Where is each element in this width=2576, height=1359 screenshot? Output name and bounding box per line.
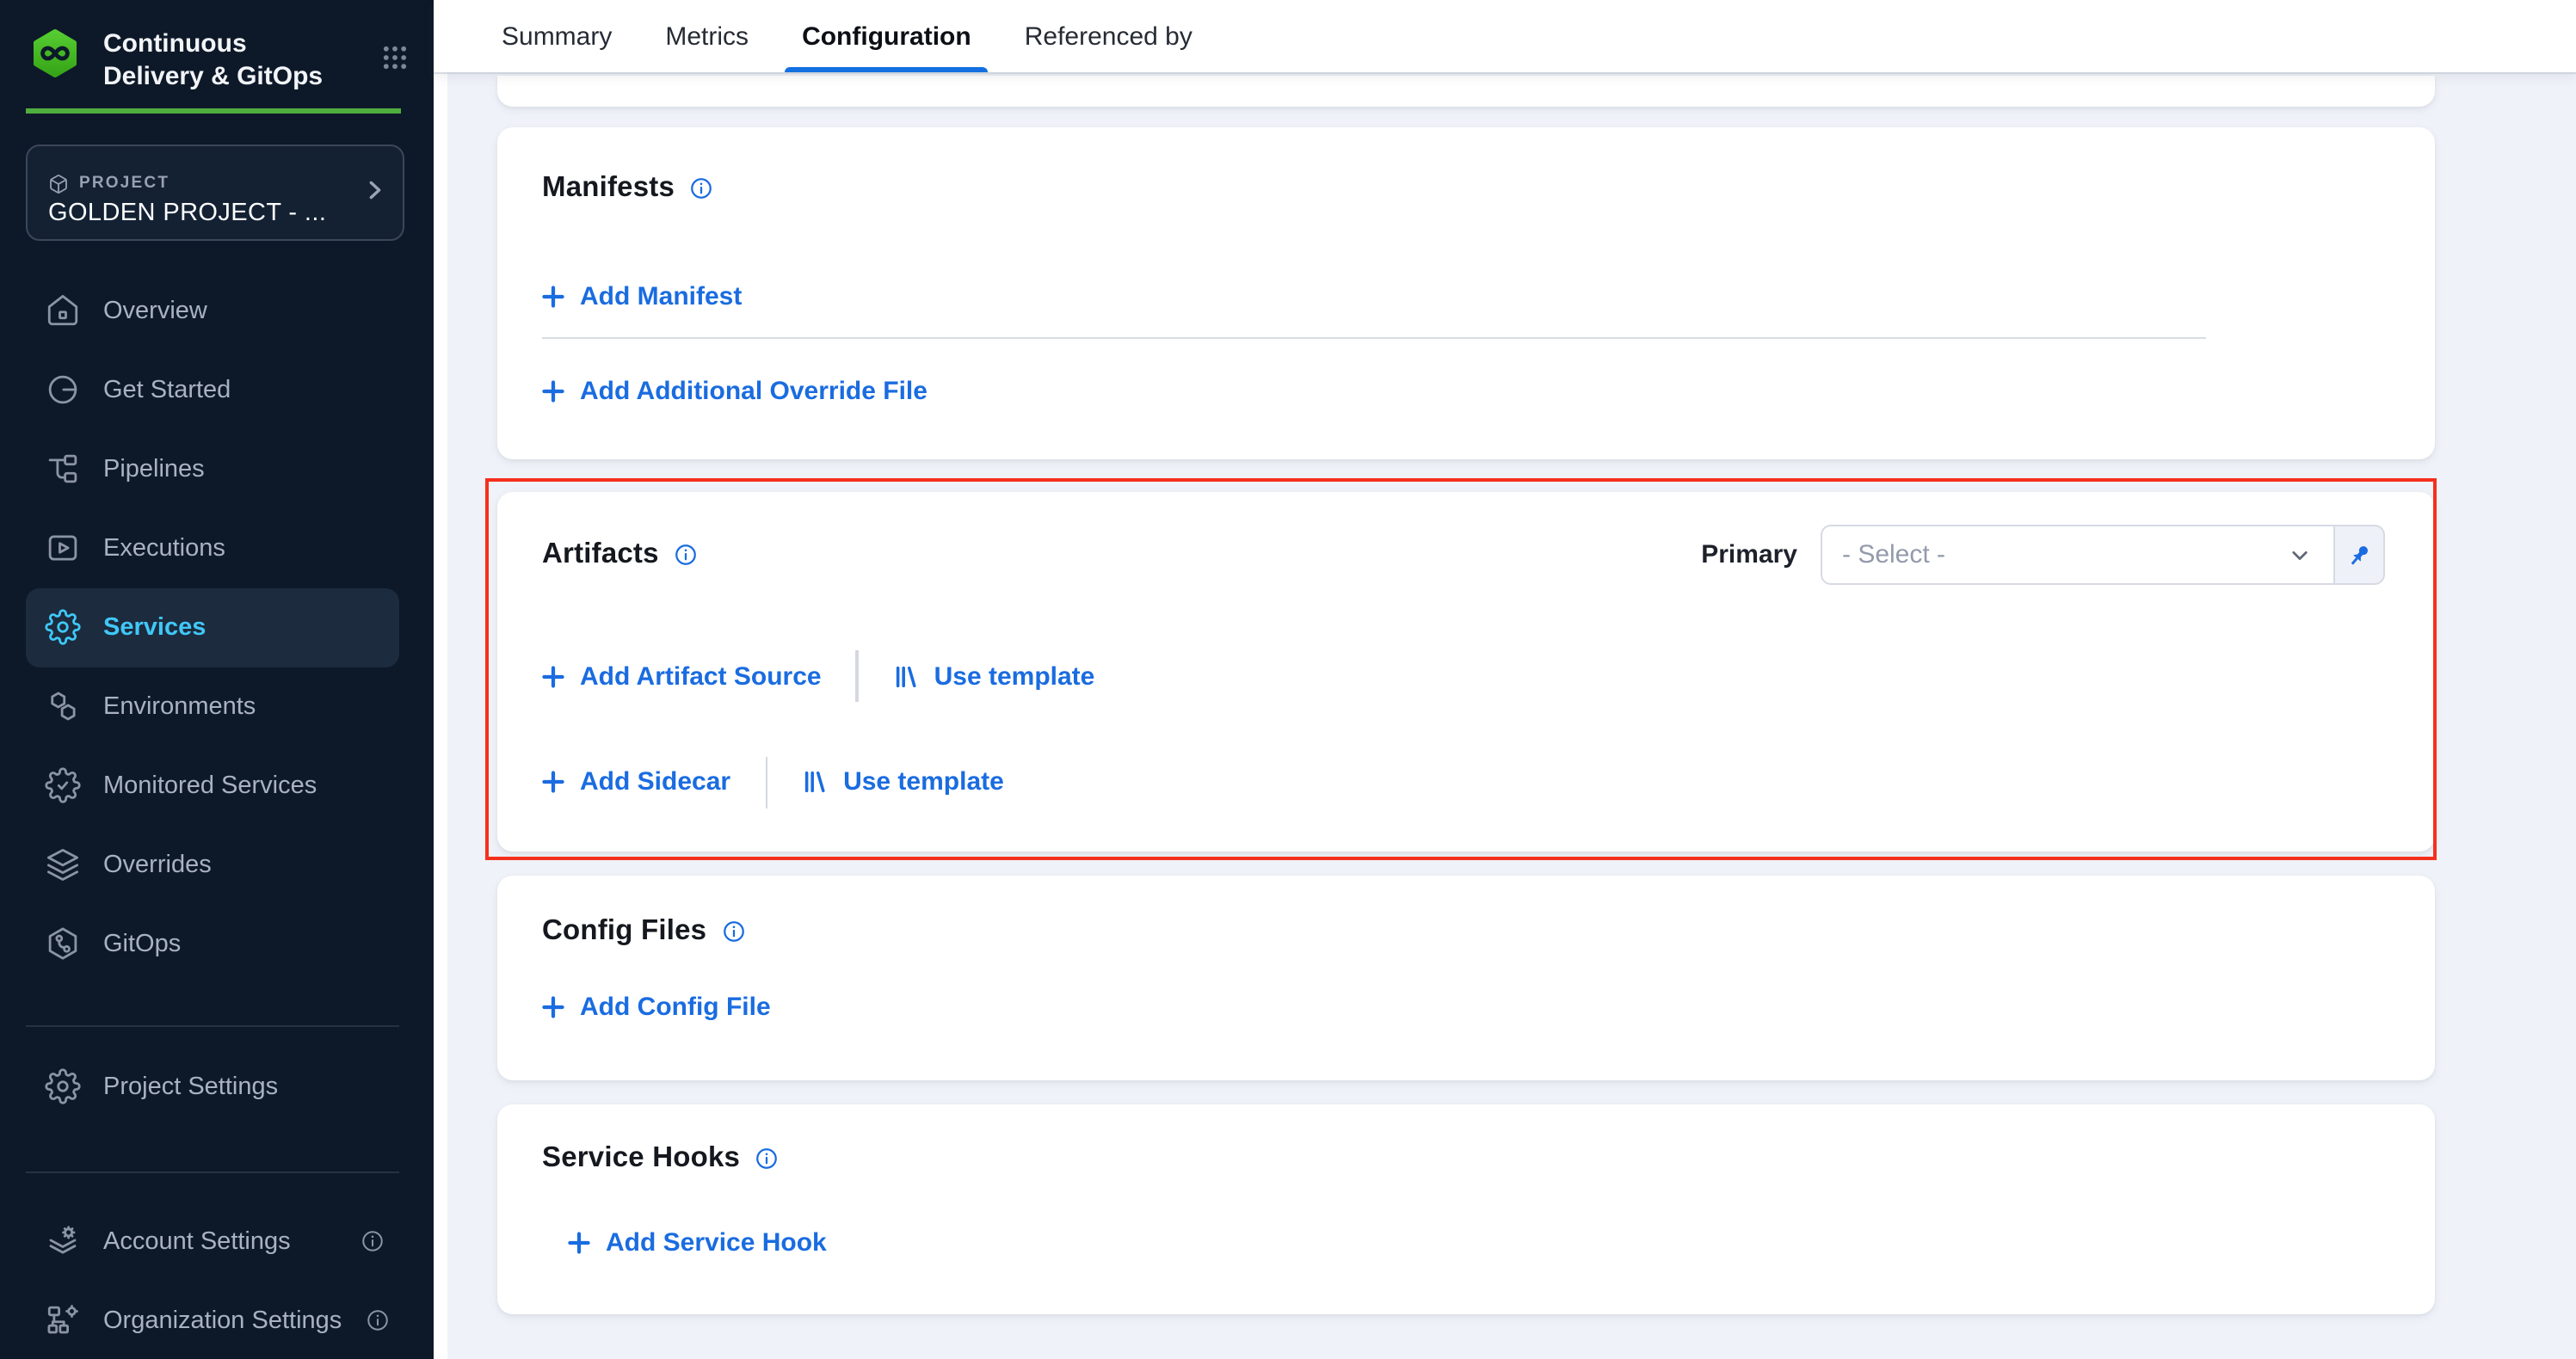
account-settings-icon xyxy=(45,1223,81,1259)
chevron-down-icon xyxy=(2288,544,2310,566)
primary-artifact-select[interactable]: - Select - xyxy=(1820,525,2334,585)
manifest-divider xyxy=(542,336,2206,339)
info-icon[interactable] xyxy=(364,1307,390,1333)
monitored-services-icon xyxy=(45,767,81,803)
plus-icon xyxy=(568,1232,590,1254)
sidebar-item-services[interactable]: Services xyxy=(26,587,399,667)
tab-summary[interactable]: Summary xyxy=(498,0,615,72)
config-files-card: Config Files Add Config File xyxy=(496,876,2435,1080)
plus-icon xyxy=(542,771,564,793)
tab-bar: Summary Metrics Configuration Referenced… xyxy=(434,0,2576,72)
project-name: GOLDEN PROJECT - ... xyxy=(48,199,351,226)
info-icon[interactable] xyxy=(720,918,746,944)
cube-icon xyxy=(48,173,69,194)
info-icon[interactable] xyxy=(360,1228,385,1254)
add-artifact-source-button[interactable]: Add Artifact Source xyxy=(542,661,822,691)
sidebar: Continuous Delivery & GitOps PROJECT GOL… xyxy=(0,0,434,1359)
sidebar-item-organization-settings[interactable]: Organization Settings xyxy=(26,1281,399,1359)
content-panel: Manifests Add Manifest Add Addition xyxy=(447,72,2576,1359)
use-template-artifact-button[interactable]: Use template xyxy=(893,661,1095,691)
module-switcher-button[interactable] xyxy=(380,43,410,72)
brand-header: Continuous Delivery & GitOps xyxy=(0,0,434,93)
content-area: Manifests Add Manifest Add Addition xyxy=(434,72,2576,1359)
pin-button[interactable] xyxy=(2333,525,2384,585)
service-hooks-title: Service Hooks xyxy=(542,1141,740,1174)
sidebar-item-monitored-services[interactable]: Monitored Services xyxy=(26,746,399,825)
module-title: Continuous Delivery & GitOps xyxy=(103,28,330,93)
project-label: PROJECT xyxy=(79,174,169,193)
sidebar-item-gitops[interactable]: GitOps xyxy=(26,904,399,983)
info-icon[interactable] xyxy=(754,1145,780,1171)
sidebar-item-executions[interactable]: Executions xyxy=(26,508,399,587)
sidebar-item-project-settings[interactable]: Project Settings xyxy=(26,1047,399,1126)
project-settings-icon xyxy=(45,1068,81,1104)
executions-icon xyxy=(45,530,81,566)
artifacts-title: Artifacts xyxy=(542,538,659,570)
sidebar-item-overrides[interactable]: Overrides xyxy=(26,825,399,904)
get-started-icon xyxy=(45,372,81,408)
config-files-title: Config Files xyxy=(542,914,706,947)
tab-configuration[interactable]: Configuration xyxy=(798,0,975,72)
service-hooks-card: Service Hooks Add Service Hook xyxy=(496,1104,2435,1313)
chevron-right-icon xyxy=(363,177,387,206)
sidebar-nav-secondary: Project Settings xyxy=(26,1047,399,1126)
previous-card-partial xyxy=(496,76,2435,107)
environments-icon xyxy=(45,688,81,724)
manifests-card: Manifests Add Manifest Add Addition xyxy=(496,127,2435,459)
add-additional-override-file-button[interactable]: Add Additional Override File xyxy=(542,376,927,405)
plus-icon xyxy=(542,995,564,1018)
vertical-divider xyxy=(765,756,767,808)
sidebar-divider xyxy=(26,1171,399,1172)
project-eyebrow: PROJECT xyxy=(48,173,351,194)
sidebar-item-account-settings[interactable]: Account Settings xyxy=(26,1202,399,1281)
add-manifest-button[interactable]: Add Manifest xyxy=(542,282,742,311)
use-template-sidecar-button[interactable]: Use template xyxy=(802,767,1004,796)
sidebar-item-overview[interactable]: Overview xyxy=(26,271,399,350)
app-window: Continuous Delivery & GitOps PROJECT GOL… xyxy=(0,0,2576,1359)
manifests-title: Manifests xyxy=(542,171,675,204)
template-library-icon xyxy=(802,769,828,795)
services-gear-icon xyxy=(45,609,81,645)
home-icon xyxy=(45,292,81,329)
sidebar-divider xyxy=(26,1024,399,1026)
harness-cd-logo-icon xyxy=(29,28,81,79)
sidebar-item-pipelines[interactable]: Pipelines xyxy=(26,429,399,508)
sidebar-item-get-started[interactable]: Get Started xyxy=(26,350,399,429)
add-config-file-button[interactable]: Add Config File xyxy=(542,992,771,1021)
pushpin-icon xyxy=(2345,541,2372,569)
select-placeholder: - Select - xyxy=(1842,540,1945,569)
primary-artifact-control: Primary - Select - xyxy=(1701,525,2384,585)
sidebar-item-environments[interactable]: Environments xyxy=(26,667,399,746)
project-selector[interactable]: PROJECT GOLDEN PROJECT - ... xyxy=(26,144,404,240)
vertical-divider xyxy=(856,650,859,702)
sidebar-nav-tertiary: Account Settings Organization Settings xyxy=(26,1202,399,1359)
artifacts-card: Artifacts Primary - Select - xyxy=(496,492,2435,852)
main-area: Summary Metrics Configuration Referenced… xyxy=(434,0,2576,1359)
brand-underline xyxy=(26,108,401,113)
add-service-hook-button[interactable]: Add Service Hook xyxy=(568,1228,827,1258)
info-icon[interactable] xyxy=(688,175,714,200)
plus-icon xyxy=(542,379,564,402)
info-icon[interactable] xyxy=(673,541,699,567)
overrides-icon xyxy=(45,846,81,882)
primary-label: Primary xyxy=(1701,540,1797,569)
tab-referenced-by[interactable]: Referenced by xyxy=(1021,0,1196,72)
plus-icon xyxy=(542,665,564,687)
pipelines-icon xyxy=(45,451,81,487)
plus-icon xyxy=(542,286,564,308)
add-sidecar-button[interactable]: Add Sidecar xyxy=(542,767,730,796)
organization-settings-icon xyxy=(45,1302,81,1338)
sidebar-nav: Overview Get Started Pipelines Execution… xyxy=(26,271,399,983)
template-library-icon xyxy=(893,663,919,689)
tab-metrics[interactable]: Metrics xyxy=(662,0,752,72)
gitops-icon xyxy=(45,925,81,962)
grid-dots-icon xyxy=(380,43,410,72)
